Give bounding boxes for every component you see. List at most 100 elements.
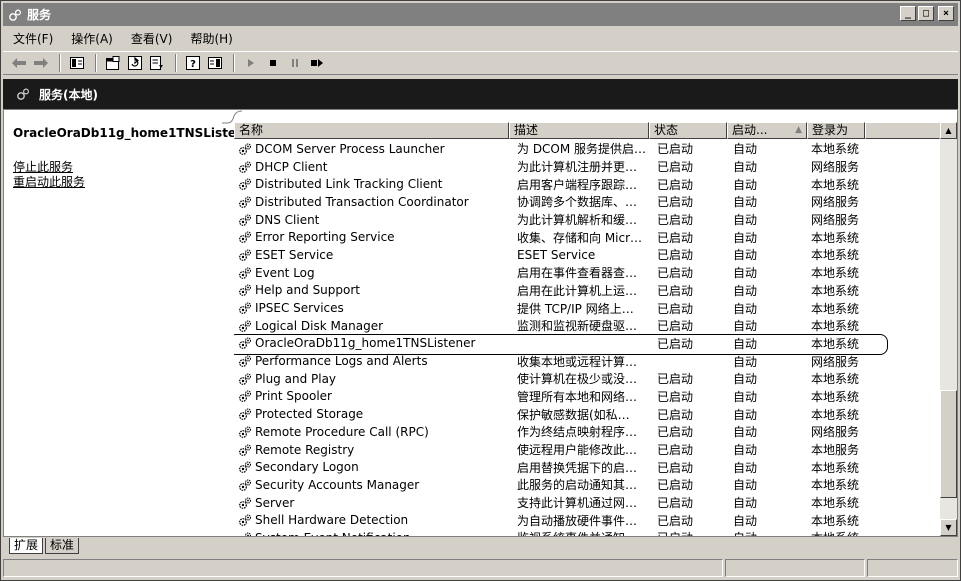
services-gear-icon	[15, 86, 31, 102]
service-startup-type: 自动	[733, 389, 758, 404]
table-row[interactable]: Distributed Transaction Coordinator 协调跨多个…	[234, 193, 940, 211]
table-row[interactable]: System Event Notification 监视系统事件并通知…已启动自动…	[234, 529, 940, 536]
service-logon-as: 本地系统	[811, 266, 860, 281]
column-header-startup[interactable]: 启动... ▲	[727, 122, 807, 139]
export-list-icon[interactable]	[147, 53, 167, 73]
menu-file[interactable]: 文件(F)	[11, 29, 55, 48]
menu-bar: 文件(F) 操作(A) 查看(V) 帮助(H)	[3, 28, 958, 49]
table-row[interactable]: Distributed Link Tracking Client 启用客户端程序跟…	[234, 175, 940, 193]
service-status: 已启动	[657, 407, 694, 422]
show-hide-action-pane-icon[interactable]	[205, 53, 225, 73]
service-name-cell: Error Reporting Service	[234, 230, 509, 245]
service-status: 已启动	[657, 248, 694, 263]
service-startup-type: 自动	[733, 230, 758, 245]
maximize-button[interactable]: □	[918, 6, 934, 21]
table-row[interactable]: Shell Hardware Detection 为自动播放硬件事件… 已启动 自动 本…	[234, 511, 940, 529]
table-row[interactable]: OracleOraDb11g_home1TNSListener 已启动 自动 本地系统	[234, 333, 940, 355]
table-row[interactable]: Security Accounts Manager 此服务的启动通知其… 已启动 自动…	[234, 476, 940, 494]
tab-standard[interactable]: 标准	[45, 538, 80, 554]
service-name: Remote Procedure Call (RPC)	[255, 424, 429, 439]
table-row[interactable]: Help and Support 启用在此计算机上运… 已启动 自动 本地系统	[234, 282, 940, 300]
service-startup-type: 自动	[733, 513, 758, 528]
service-logon-as: 本地系统	[811, 230, 860, 245]
services-list[interactable]: 名称 描述 状态 启动... ▲ 登录为 DCOM Server Process …	[234, 122, 940, 536]
close-button[interactable]: ×	[938, 6, 954, 21]
table-row[interactable]: Secondary Logon 启用替换凭据下的启… 已启动 自动 本地系统	[234, 458, 940, 476]
vertical-scrollbar[interactable]: ▲ ▼	[940, 122, 957, 536]
column-header-description[interactable]: 描述	[509, 122, 649, 139]
service-startup-type: 自动	[733, 213, 758, 228]
table-row[interactable]: Print Spooler 管理所有本地和网络… 已启动 自动 本地系统	[234, 388, 940, 406]
refresh-icon[interactable]	[125, 53, 145, 73]
table-row[interactable]: Remote Registry 使远程用户能修改此… 已启动 自动 本地服务	[234, 441, 940, 459]
minimize-button[interactable]: _	[900, 6, 916, 21]
back-arrow-icon[interactable]	[9, 53, 29, 73]
restart-service-link[interactable]: 重启动此服务	[13, 173, 85, 190]
table-row[interactable]: IPSEC Services 提供 TCP/IP 网络上… 已启动 自动 本地系统	[234, 299, 940, 317]
column-header-filler	[865, 122, 940, 139]
service-logon-as: 网络服务	[811, 354, 860, 369]
menu-view[interactable]: 查看(V)	[129, 29, 175, 48]
service-logon-as: 本地系统	[811, 372, 860, 387]
service-startup-type: 自动	[733, 283, 758, 298]
title-bar[interactable]: 服务 _ □ ×	[3, 3, 958, 26]
menu-action[interactable]: 操作(A)	[69, 29, 115, 48]
stop-icon[interactable]	[263, 53, 283, 73]
service-startup-type: 自动	[733, 195, 758, 210]
service-description: 作为终结点映射程序…	[517, 425, 638, 440]
toolbar: ?	[3, 51, 958, 75]
service-description: ESET Service	[517, 247, 596, 262]
service-gear-icon	[236, 513, 254, 528]
service-startup-type: 自动	[733, 266, 758, 281]
table-row[interactable]: Remote Procedure Call (RPC) 作为终结点映射程序… 已启动…	[234, 423, 940, 441]
service-startup-type: 自动	[733, 319, 758, 334]
service-name: Logical Disk Manager	[255, 318, 384, 333]
menu-help[interactable]: 帮助(H)	[188, 29, 234, 48]
window-controls: _ □ ×	[900, 6, 954, 21]
service-description: 使远程用户能修改此…	[517, 443, 638, 458]
service-gear-icon	[236, 230, 254, 245]
table-row[interactable]: Server 支持此计算机通过网… 已启动 自动 本地系统	[234, 494, 940, 512]
tab-extended[interactable]: 扩展	[9, 538, 44, 554]
column-header-status[interactable]: 状态	[649, 122, 727, 139]
service-gear-icon	[236, 141, 254, 156]
table-row[interactable]: ESET Service ESET Service 已启动 自动 本地系统	[234, 246, 940, 264]
table-row[interactable]: Event Log 启用在事件查看器查… 已启动 自动 本地系统	[234, 264, 940, 282]
help-icon[interactable]: ?	[183, 53, 203, 73]
service-logon-as: 本地系统	[811, 248, 860, 263]
scroll-down-button[interactable]: ▼	[940, 519, 957, 536]
service-startup-type: 自动	[733, 354, 758, 369]
properties-icon[interactable]	[103, 53, 123, 73]
pause-icon[interactable]	[285, 53, 305, 73]
service-name-cell: Distributed Link Tracking Client	[234, 177, 509, 192]
table-row[interactable]: Performance Logs and Alerts 收集本地或远程计算… 自动 网…	[234, 352, 940, 370]
table-row[interactable]: Plug and Play 使计算机在极少或没… 已启动 自动 本地系统	[234, 370, 940, 388]
column-header-logon[interactable]: 登录为	[807, 122, 865, 139]
table-row[interactable]: Logical Disk Manager 监测和监视新硬盘驱… 已启动 自动 本地系统	[234, 317, 940, 335]
table-row[interactable]: DHCP Client 为此计算机注册并更… 已启动 自动 网络服务	[234, 158, 940, 176]
service-name-cell: Remote Registry	[234, 442, 509, 457]
service-status: 已启动	[657, 513, 694, 528]
service-gear-icon	[236, 247, 254, 262]
svg-text:?: ?	[190, 59, 196, 70]
forward-arrow-icon[interactable]	[31, 53, 51, 73]
table-row[interactable]: DCOM Server Process Launcher 为 DCOM 服务提供启…	[234, 140, 940, 158]
service-description: 为自动播放硬件事件…	[517, 513, 638, 528]
service-name: Plug and Play	[255, 371, 337, 386]
scroll-up-button[interactable]: ▲	[940, 122, 957, 139]
table-row[interactable]: Protected Storage 保护敏感数据(如私… 已启动 自动 本地系统	[234, 405, 940, 423]
start-icon[interactable]	[241, 53, 261, 73]
service-name: Distributed Link Tracking Client	[255, 177, 443, 192]
show-hide-tree-icon[interactable]	[67, 53, 87, 73]
service-status: 已启动	[657, 195, 694, 210]
table-row[interactable]: DNS Client 为此计算机解析和缓… 已启动 自动 网络服务	[234, 211, 940, 229]
table-row[interactable]: Error Reporting Service 收集、存储和向 Micr… 已启动 自…	[234, 228, 940, 246]
column-header-name[interactable]: 名称	[234, 122, 509, 139]
service-name-cell: Protected Storage	[234, 407, 509, 422]
scroll-thumb[interactable]	[940, 390, 957, 498]
restart-icon[interactable]	[307, 53, 327, 73]
service-status: 已启动	[657, 336, 694, 351]
service-status: 已启动	[657, 425, 694, 440]
service-name: Error Reporting Service	[255, 230, 395, 245]
service-name: Server	[255, 495, 295, 510]
